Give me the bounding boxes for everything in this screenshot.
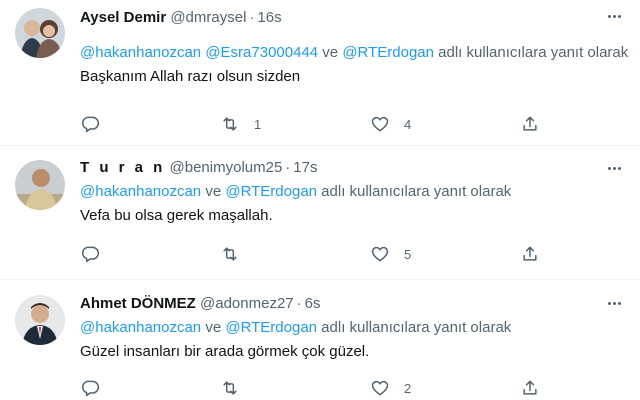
mention-link[interactable]: @hakanhanozcan	[80, 44, 201, 61]
tweet-actions: 2	[80, 376, 550, 400]
mention-link[interactable]: @hakanhanozcan	[80, 319, 201, 336]
avatar[interactable]	[15, 8, 65, 58]
reply-context: @hakanhanozcan ve @RTErdogan adlı kullan…	[80, 317, 630, 339]
tweet-header: T u r a n @benimyolum25 · 17s	[80, 158, 630, 178]
display-name[interactable]: T u r a n	[80, 159, 165, 176]
display-name[interactable]: Aysel Demir	[80, 9, 166, 26]
heart-icon	[371, 246, 389, 262]
retweet-button[interactable]	[220, 376, 254, 400]
tweet-actions: 5	[80, 242, 550, 266]
reply-context: @hakanhanozcan ve @RTErdogan adlı kullan…	[80, 181, 630, 203]
tweet-text: Vefa bu olsa gerek maşallah.	[80, 207, 273, 224]
share-button[interactable]	[520, 242, 540, 266]
user-handle[interactable]: @dmraysel	[170, 9, 246, 26]
like-count: 2	[404, 380, 412, 396]
mention-link[interactable]: @RTErdogan	[225, 183, 317, 200]
like-button[interactable]: 2	[370, 376, 411, 400]
avatar-image	[15, 295, 65, 345]
separator-dot: ·	[285, 159, 291, 176]
separator-dot: ·	[249, 9, 255, 26]
reply-icon	[82, 116, 100, 133]
retweet-count: 1	[254, 116, 262, 132]
tweet-header: Aysel Demir @dmraysel · 16s	[80, 8, 630, 28]
share-button[interactable]	[520, 112, 540, 136]
reply-joiner: ve	[318, 44, 343, 61]
reply-joiner: ve	[201, 183, 226, 200]
separator-dot: ·	[296, 295, 302, 312]
timestamp[interactable]: 6s	[305, 295, 321, 312]
reply-button[interactable]	[80, 376, 100, 400]
heart-icon	[371, 380, 389, 396]
mention-link[interactable]: @RTErdogan	[225, 319, 317, 336]
share-icon	[523, 380, 537, 395]
tweet-text: Güzel insanları bir arada görmek çok güz…	[80, 343, 370, 360]
avatar[interactable]	[15, 160, 65, 210]
retweet-button[interactable]	[220, 242, 254, 266]
reply-suffix: adlı kullanıcılara yanıt olarak	[317, 183, 512, 200]
mention-link[interactable]: @Esra73000444	[205, 44, 318, 61]
retweet-icon	[223, 381, 237, 395]
mention-link[interactable]: @hakanhanozcan	[80, 183, 201, 200]
reply-joiner: ve	[201, 319, 226, 336]
timestamp[interactable]: 16s	[257, 9, 281, 26]
like-count: 4	[404, 116, 412, 132]
avatar-image	[15, 160, 65, 210]
avatar-image	[15, 8, 65, 58]
retweet-button[interactable]: 1	[220, 112, 261, 136]
tweet-text: Başkanım Allah razı olsun sizden	[80, 68, 301, 85]
reply-button[interactable]	[80, 112, 100, 136]
tweet-card[interactable]: Ahmet DÖNMEZ @adonmez27 · 6s @hakanhanozca…	[0, 280, 640, 400]
share-icon	[523, 246, 537, 261]
reply-context: @hakanhanozcan @Esra73000444 ve @RTErdog…	[80, 42, 630, 64]
tweet-card[interactable]: Aysel Demir @dmraysel · 16s @hakanhanozcan…	[0, 0, 640, 146]
reply-icon	[82, 246, 100, 263]
user-handle[interactable]: @benimyolum25	[170, 159, 283, 176]
reply-suffix: adlı kullanıcılara yanıt olarak	[317, 319, 512, 336]
like-button[interactable]: 5	[370, 242, 411, 266]
retweet-icon	[223, 117, 237, 131]
share-icon	[523, 116, 537, 131]
user-handle[interactable]: @adonmez27	[200, 295, 294, 312]
avatar[interactable]	[15, 295, 65, 345]
display-name[interactable]: Ahmet DÖNMEZ	[80, 295, 196, 312]
like-count: 5	[404, 246, 412, 262]
timestamp[interactable]: 17s	[293, 159, 317, 176]
retweet-icon	[223, 247, 237, 261]
reply-icon	[82, 380, 100, 397]
tweet-card[interactable]: T u r a n @benimyolum25 · 17s @hakanhanozc…	[0, 146, 640, 280]
tweet-header: Ahmet DÖNMEZ @adonmez27 · 6s	[80, 294, 630, 314]
tweet-actions: 1 4	[80, 112, 550, 136]
heart-icon	[371, 116, 389, 132]
mention-link[interactable]: @RTErdogan	[342, 44, 434, 61]
reply-suffix: adlı kullanıcılara yanıt olarak	[434, 44, 629, 61]
share-button[interactable]	[520, 376, 540, 400]
like-button[interactable]: 4	[370, 112, 411, 136]
reply-button[interactable]	[80, 242, 100, 266]
